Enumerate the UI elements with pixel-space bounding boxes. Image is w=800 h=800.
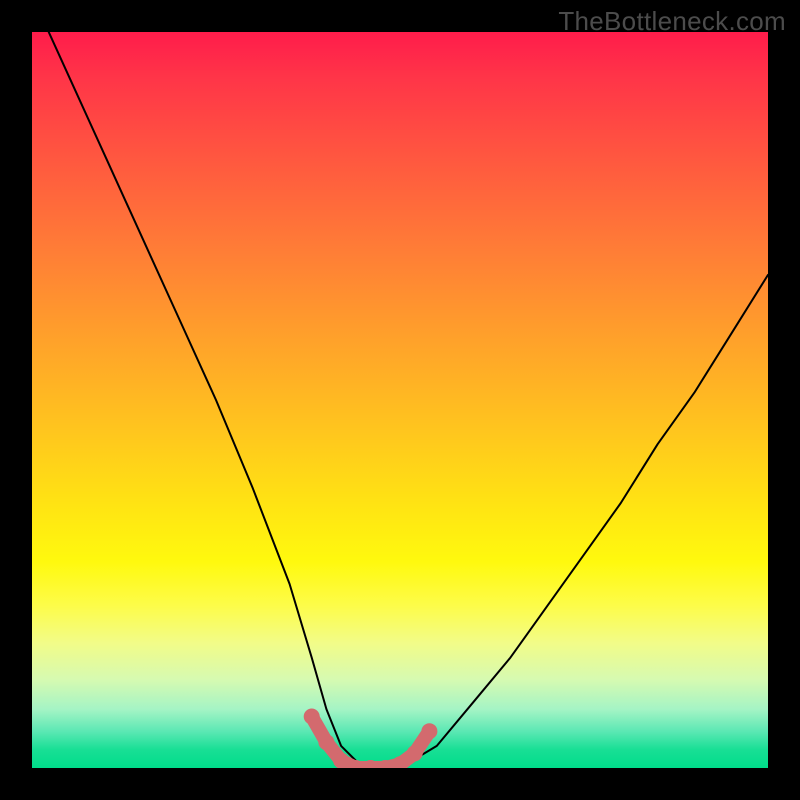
plot-area (32, 32, 768, 768)
near-zero-marker-dot (318, 734, 334, 750)
near-zero-marker-dot (304, 709, 320, 725)
near-zero-marker-dot (407, 745, 423, 761)
near-zero-marker-dot (421, 723, 437, 739)
bottleneck-curve (32, 32, 768, 768)
chart-svg (32, 32, 768, 768)
near-zero-marker-dot (333, 753, 349, 768)
chart-frame: TheBottleneck.com (0, 0, 800, 800)
